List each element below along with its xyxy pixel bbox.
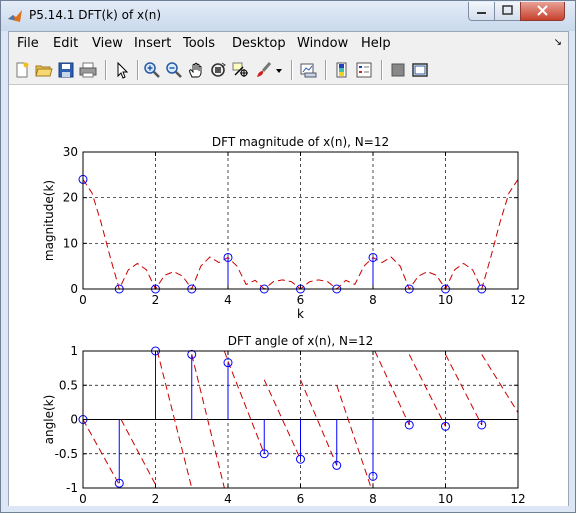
- plots-svg: 0 2 4 6 8 10 120102030DFT magnitude of x(n), N…: [42, 135, 526, 513]
- angle-title: DFT angle of x(n), N=12: [228, 334, 374, 348]
- colorbar-icon[interactable]: [333, 61, 351, 79]
- toolbar-separator: [105, 60, 107, 80]
- menu-bar: File Edit View Insert Tools Desktop Wind…: [9, 32, 568, 55]
- brush-icon[interactable]: [255, 61, 273, 79]
- menu-help[interactable]: Help: [361, 36, 391, 51]
- magnitude-title: DFT magnitude of x(n), N=12: [212, 135, 389, 149]
- zoom-out-icon[interactable]: [165, 61, 183, 79]
- zoom-in-icon[interactable]: [143, 61, 161, 79]
- figure-canvas: 0 2 4 6 8 10 12 0 10 20 30 DFT magnitude of x(n), N…: [9, 85, 568, 513]
- magnitude-ylabel: magnitude(k): [42, 180, 56, 261]
- figure-window: P5.14.1 DFT(k) of x(n) File Edit View In…: [0, 0, 576, 513]
- figure-client-area: File Edit View Insert Tools Desktop Wind…: [8, 31, 569, 513]
- legend-icon[interactable]: [355, 61, 373, 79]
- save-icon[interactable]: [57, 61, 75, 79]
- menu-edit[interactable]: Edit: [53, 36, 78, 51]
- angle-xtick-label: 10: [438, 492, 453, 506]
- toolbar-separator: [325, 60, 327, 80]
- magnitude-axes[interactable]: 0 2 4 6 8 10 12 0 10 20 30 DFT magnitude of x(n), N…: [42, 135, 526, 321]
- angle-xtick-label: 8: [369, 492, 377, 506]
- magnitude-xtick-label: 12: [510, 293, 525, 307]
- angle-xtick-label: 2: [152, 492, 160, 506]
- data-cursor-icon[interactable]: [231, 61, 249, 79]
- minimize-button[interactable]: [468, 2, 495, 21]
- magnitude-xtick-label: 10: [438, 293, 453, 307]
- show-plot-tools-icon[interactable]: [411, 61, 429, 79]
- close-icon: [537, 5, 548, 16]
- print-icon[interactable]: [79, 61, 97, 79]
- angle-ytick-label: -0.5: [55, 447, 78, 461]
- angle-ytick-label: -1: [66, 481, 78, 495]
- angle-ytick-label: 0: [70, 413, 78, 427]
- magnitude-xlabel: k: [297, 307, 304, 321]
- new-figure-icon[interactable]: [13, 61, 31, 79]
- maximize-button[interactable]: [494, 2, 521, 21]
- edit-plot-arrow-icon[interactable]: [113, 61, 131, 79]
- menu-insert[interactable]: Insert: [134, 36, 171, 51]
- toolbar-separator: [381, 60, 383, 80]
- menu-desktop[interactable]: Desktop: [232, 36, 286, 51]
- toolbar: [9, 55, 568, 85]
- rotate-3d-icon[interactable]: [209, 61, 227, 79]
- angle-xtick-label: 12: [510, 492, 525, 506]
- angle-ylabel: angle(k): [42, 395, 56, 445]
- hide-plot-tools-icon[interactable]: [389, 61, 407, 79]
- magnitude-ytick-label: 30: [63, 145, 78, 159]
- close-button[interactable]: [520, 2, 565, 21]
- angle-axes[interactable]: 0 2 4 6 8 10 12 -1 -0.5 0 0.5 1 DFT angle of x(n), N…: [42, 334, 526, 513]
- menu-tools[interactable]: Tools: [183, 36, 215, 51]
- angle-xtick-label: 0: [79, 492, 87, 506]
- magnitude-ytick-label: 10: [63, 236, 78, 250]
- menu-file[interactable]: File: [17, 36, 39, 51]
- matlab-logo-icon: [8, 10, 22, 22]
- toolbar-separator: [137, 60, 139, 80]
- menu-window[interactable]: Window: [297, 36, 348, 51]
- magnitude-ytick-label: 20: [63, 191, 78, 205]
- menu-dock-arrow-icon[interactable]: ↘: [554, 37, 562, 48]
- magnitude-xtick-label: 2: [152, 293, 160, 307]
- angle-xtick-label: 6: [297, 492, 305, 506]
- magnitude-xtick-label: 4: [224, 293, 232, 307]
- open-file-icon[interactable]: [35, 61, 53, 79]
- brush-dropdown-icon[interactable]: [275, 61, 283, 79]
- angle-xtick-label: 4: [224, 492, 232, 506]
- magnitude-xtick-label: 6: [297, 293, 305, 307]
- pan-hand-icon[interactable]: [187, 61, 205, 79]
- minimize-icon: [477, 12, 486, 14]
- menu-view[interactable]: View: [92, 36, 123, 51]
- angle-ytick-label: 1: [70, 344, 78, 358]
- magnitude-xtick-label: 0: [79, 293, 87, 307]
- link-plot-icon[interactable]: [299, 61, 317, 79]
- title-bar[interactable]: P5.14.1 DFT(k) of x(n): [1, 1, 575, 31]
- toolbar-separator: [291, 60, 293, 80]
- angle-ytick-label: 0.5: [59, 378, 78, 392]
- magnitude-ytick-label: 0: [70, 282, 78, 296]
- maximize-icon: [502, 5, 513, 15]
- window-title: P5.14.1 DFT(k) of x(n): [29, 8, 162, 22]
- magnitude-xtick-label: 8: [369, 293, 377, 307]
